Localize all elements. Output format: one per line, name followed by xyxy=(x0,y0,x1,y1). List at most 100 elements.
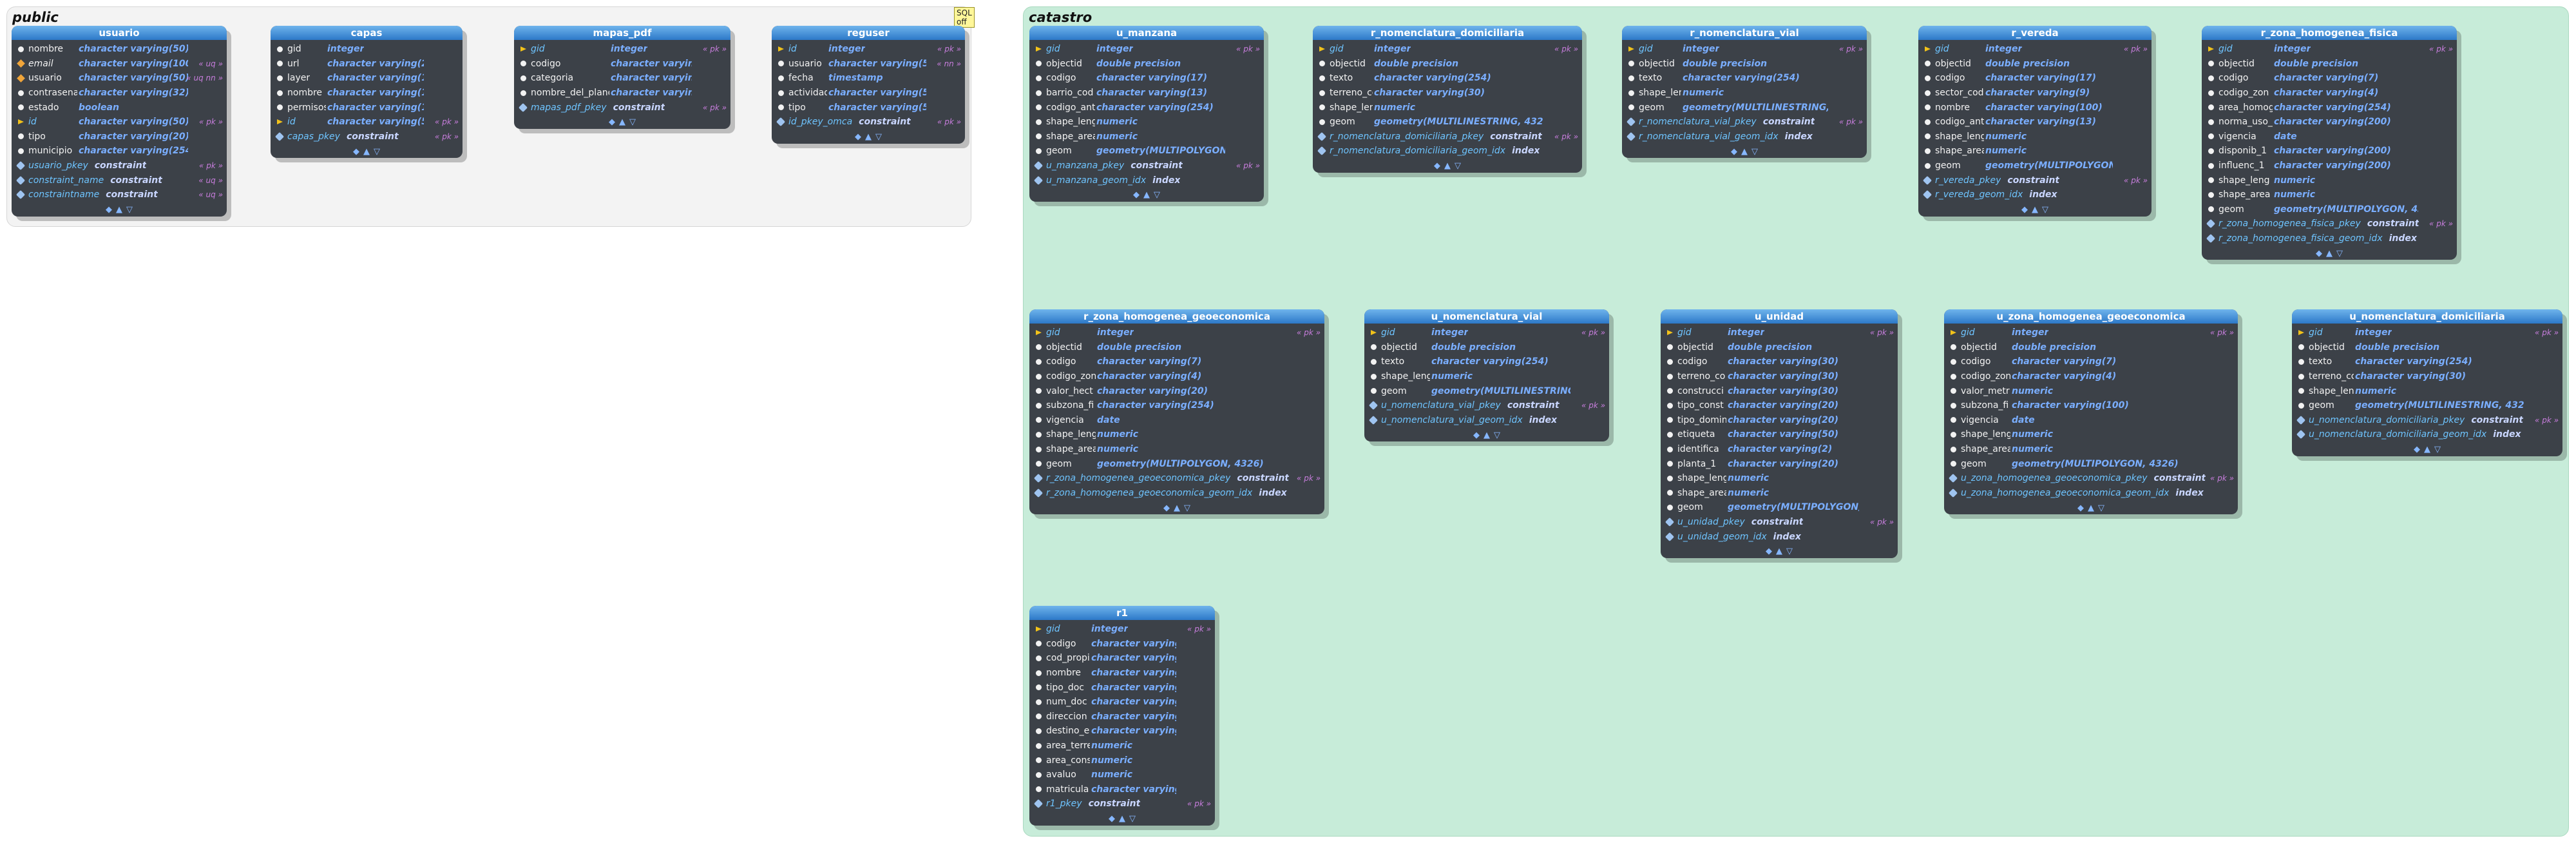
collapse-up-icon[interactable]: ▲ xyxy=(1444,161,1451,171)
expand-down-icon[interactable]: ▽ xyxy=(126,205,133,215)
column-row[interactable]: gid integer « pk » xyxy=(1661,325,1898,340)
constraint-row[interactable]: u_zona_homogenea_geoeconomica_geom_idx in… xyxy=(1944,486,2238,501)
table-capas[interactable]: capas gid integer url character varying(254)… xyxy=(271,26,463,159)
column-row[interactable]: tipo character varying(20) xyxy=(12,130,227,144)
column-row[interactable]: gid integer « pk » xyxy=(1029,42,1264,57)
table-title[interactable]: u_manzana xyxy=(1029,26,1264,40)
collapse-up-icon[interactable]: ▲ xyxy=(1174,503,1180,513)
column-row[interactable]: objectid double precision xyxy=(2202,57,2457,72)
column-row[interactable]: nombre character varying(100) xyxy=(1918,100,2151,115)
column-row[interactable]: geom geometry(MULTIPOLYGON, 4326) xyxy=(1029,144,1264,159)
column-row[interactable]: destino_eccharacter varying(5) xyxy=(1029,724,1215,739)
column-row[interactable]: codigo_ant character varying(254) xyxy=(1029,100,1264,115)
column-row[interactable]: shape_lengnumeric xyxy=(2292,383,2562,398)
column-row[interactable]: codigo character varying(7) xyxy=(1029,354,1324,369)
collapse-up-icon[interactable]: ▲ xyxy=(363,147,370,157)
column-row[interactable]: texto character varying(254) xyxy=(1313,71,1582,86)
constraint-row[interactable]: u_manzana_pkey constraint « pk » xyxy=(1029,159,1264,173)
column-row[interactable]: shape_area numeric xyxy=(1944,442,2238,457)
column-row[interactable]: texto character varying(254) xyxy=(2292,354,2562,369)
column-row[interactable]: area_terre numeric xyxy=(1029,739,1215,753)
column-row[interactable]: tipo_doc character varying(5) xyxy=(1029,680,1215,695)
table-r-zona-homogenea-fisica[interactable]: r_zona_homogenea_fisica gid integer « pk » o… xyxy=(2202,26,2457,260)
constraint-row[interactable]: r_nomenclatura_vial_geom_idx index xyxy=(1622,130,1867,144)
expand-down-icon[interactable]: ▽ xyxy=(374,147,380,157)
expand-down-icon[interactable]: ▽ xyxy=(1786,547,1793,556)
table-reguser[interactable]: reguser id integer « pk » usuario character v… xyxy=(772,26,965,144)
column-row[interactable]: objectid double precision xyxy=(1364,340,1609,355)
table-r-nomenclatura-vial[interactable]: r_nomenclatura_vial gid integer « pk » objec… xyxy=(1622,26,1867,159)
collapse-up-icon[interactable]: ▲ xyxy=(2032,205,2038,215)
constraint-row[interactable]: constraint_name constraint « uq » xyxy=(12,173,227,188)
expand-diamond-icon[interactable]: ◆ xyxy=(1473,431,1480,440)
constraint-row[interactable]: r_zona_homogenea_geoeconomica_pkey constr… xyxy=(1029,471,1324,486)
column-row[interactable]: tipo_const character varying(20) xyxy=(1661,398,1898,413)
constraint-row[interactable]: u_nomenclatura_domiciliaria_pkey constrai… xyxy=(2292,413,2562,428)
collapse-up-icon[interactable]: ▲ xyxy=(619,117,625,127)
column-row[interactable]: nombre character varying(100) xyxy=(271,86,463,101)
column-row[interactable]: shape_lengnumeric xyxy=(1313,100,1582,115)
expand-down-icon[interactable]: ▽ xyxy=(2434,445,2441,454)
column-row[interactable]: shape_lengnumeric xyxy=(1661,471,1898,486)
table-title[interactable]: u_zona_homogenea_geoeconomica xyxy=(1944,309,2238,324)
column-row[interactable]: geom geometry(MULTILINESTRING, 4326) xyxy=(2292,398,2562,413)
column-row[interactable]: geom geometry(MULTIPOLYGON, 4326) xyxy=(1661,500,1898,515)
constraint-row[interactable]: r1_pkey constraint « pk » xyxy=(1029,797,1215,811)
column-row[interactable]: gid integer « pk » xyxy=(1944,325,2238,340)
sql-toggle-badge[interactable]: SQL off xyxy=(954,7,975,28)
expand-diamond-icon[interactable]: ◆ xyxy=(1731,147,1737,157)
column-row[interactable]: shape_lengnumeric xyxy=(1944,427,2238,442)
column-row[interactable]: area_constnumeric xyxy=(1029,753,1215,768)
column-row[interactable]: codigo character varying(17) xyxy=(1918,71,2151,86)
column-row[interactable]: shape_lengnumeric xyxy=(1364,369,1609,384)
constraint-row[interactable]: usuario_pkey constraint « pk » xyxy=(12,159,227,173)
table-r-nomenclatura-domiciliaria[interactable]: r_nomenclatura_domiciliaria gid integer « p… xyxy=(1313,26,1582,173)
column-row[interactable]: fecha timestamp xyxy=(772,71,965,86)
column-row[interactable]: codigo character varying(7) xyxy=(1944,354,2238,369)
column-row[interactable]: contrasena character varying(32) xyxy=(12,86,227,101)
column-row[interactable]: objectid double precision xyxy=(1313,57,1582,72)
column-row[interactable]: gid integer « pk » xyxy=(2292,325,2562,340)
table-title[interactable]: r_vereda xyxy=(1918,26,2151,40)
expand-diamond-icon[interactable]: ◆ xyxy=(609,117,615,127)
column-row[interactable]: gid integer « pk » xyxy=(1622,42,1867,57)
column-row[interactable]: id character varying(50) « pk » xyxy=(12,115,227,130)
table-u-zona-homogenea-geoeconomica[interactable]: u_zona_homogenea_geoeconomica gid integer «… xyxy=(1944,309,2238,515)
column-row[interactable]: codigo character varying(7) xyxy=(2202,71,2457,86)
column-row[interactable]: gid integer « pk » xyxy=(1029,622,1215,637)
column-row[interactable]: vigencia date xyxy=(2202,130,2457,144)
column-row[interactable]: municipio character varying(254) xyxy=(12,144,227,159)
collapse-up-icon[interactable]: ▲ xyxy=(1143,190,1150,200)
constraint-row[interactable]: u_unidad_pkey constraint « pk » xyxy=(1661,515,1898,530)
column-row[interactable]: valor_metr numeric xyxy=(1944,383,2238,398)
column-row[interactable]: shape_lengnumeric xyxy=(1622,86,1867,101)
column-row[interactable]: codigo character varying(50) xyxy=(514,57,730,72)
column-row[interactable]: influenc_1 character varying(200) xyxy=(2202,159,2457,173)
column-row[interactable]: geom geometry(MULTILINESTRING, 4326) xyxy=(1313,115,1582,130)
constraint-row[interactable]: id_pkey_omca constraint « pk » xyxy=(772,115,965,130)
column-row[interactable]: actividadcharacter varying(50) xyxy=(772,86,965,101)
column-row[interactable]: terreno_co character varying(30) xyxy=(1313,86,1582,101)
column-row[interactable]: etiqueta character varying(50) xyxy=(1661,427,1898,442)
table-r1[interactable]: r1 gid integer « pk » codigo character varyin… xyxy=(1029,606,1215,826)
column-row[interactable]: num_doc character varying(20) xyxy=(1029,695,1215,710)
column-row[interactable]: matriculacharacter varying(50) xyxy=(1029,782,1215,797)
table-title[interactable]: capas xyxy=(271,26,463,40)
constraint-row[interactable]: r_nomenclatura_domiciliaria_geom_idx inde… xyxy=(1313,144,1582,159)
constraint-row[interactable]: u_nomenclatura_domiciliaria_geom_idx inde… xyxy=(2292,427,2562,442)
constraint-row[interactable]: u_nomenclatura_vial_geom_idx index xyxy=(1364,413,1609,428)
collapse-up-icon[interactable]: ▲ xyxy=(2326,249,2333,258)
column-row[interactable]: avaluo numeric xyxy=(1029,768,1215,782)
column-row[interactable]: shape_area numeric xyxy=(2202,188,2457,202)
column-row[interactable]: subzona_fi character varying(100) xyxy=(1944,398,2238,413)
table-r-vereda[interactable]: r_vereda gid integer « pk » objectid double p… xyxy=(1918,26,2151,217)
column-row[interactable]: valor_hect character varying(20) xyxy=(1029,383,1324,398)
column-row[interactable]: sector_cod character varying(9) xyxy=(1918,86,2151,101)
column-row[interactable]: url character varying(254) xyxy=(271,57,463,72)
constraint-row[interactable]: u_manzana_geom_idx index xyxy=(1029,173,1264,188)
expand-down-icon[interactable]: ▽ xyxy=(1455,161,1461,171)
column-row[interactable]: codigo_zon character varying(4) xyxy=(1944,369,2238,384)
column-row[interactable]: gid integer « pk » xyxy=(1364,325,1609,340)
table-title[interactable]: r_zona_homogenea_fisica xyxy=(2202,26,2457,40)
column-row[interactable]: geom geometry(MULTIPOLYGON, 4326) xyxy=(1918,159,2151,173)
